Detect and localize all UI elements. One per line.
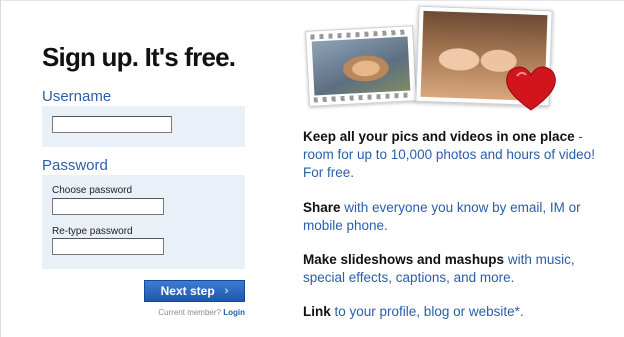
chevron-right-icon: › [224,285,229,297]
password-label: Password [42,157,108,174]
current-member-prompt: Current member? [158,308,221,317]
login-link[interactable]: Login [223,308,245,317]
next-step-button[interactable]: Next step › [144,280,245,302]
retype-password-label: Re-type password [52,226,133,237]
next-step-label: Next step [160,284,215,298]
puppy-photo [311,36,411,96]
feature-link: Link to your profile, blog or website*. [303,304,524,319]
filmstrip-photo [305,25,417,107]
choose-password-input[interactable] [52,198,164,215]
page-title: Sign up. It's free. [42,42,236,72]
username-label: Username [42,88,112,105]
feature-share: Share with everyone you know by email, I… [303,200,581,233]
current-member-line: Current member? Login [150,308,245,317]
password-panel: Choose password Re-type password [42,175,245,269]
username-panel [42,106,245,147]
heart-icon [506,66,556,111]
retype-password-input[interactable] [52,238,164,255]
username-input[interactable] [52,116,172,133]
choose-password-label: Choose password [52,185,133,196]
feature-storage: Keep all your pics and videos in one pla… [303,129,595,180]
feature-slideshows: Make slideshows and mashups with music, … [303,252,575,285]
photo-collage [305,5,565,116]
